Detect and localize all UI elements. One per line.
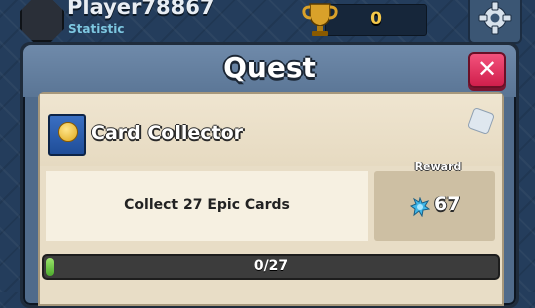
settings-button[interactable] — [468, 0, 522, 44]
avatar[interactable] — [20, 0, 64, 42]
quest-card-header: Card Collector — [40, 94, 502, 166]
modal-header: Quest ✕ — [23, 45, 516, 97]
close-icon: ✕ — [476, 55, 498, 83]
player-name[interactable]: Player78867 — [67, 0, 214, 19]
quest-task-text: Collect 27 Epic Cards — [124, 197, 290, 213]
reward-box: 67 — [374, 171, 495, 241]
close-button[interactable]: ✕ — [468, 52, 506, 88]
quest-progress-bar: 0/27 — [42, 254, 500, 280]
quest-card: Card Collector Collect 27 Epic Cards Rew… — [38, 92, 504, 306]
modal-title: Quest — [223, 51, 316, 84]
check-coin-icon — [58, 122, 78, 142]
progress-text: 0/27 — [253, 258, 289, 274]
gem-icon — [410, 197, 430, 217]
trophy-counter: 0 — [325, 4, 427, 36]
trophy-value: 0 — [370, 9, 382, 29]
top-bar: Player78867 Statistic 0 — [0, 0, 535, 48]
gear-icon — [478, 1, 512, 35]
book-icon — [48, 114, 86, 156]
trophy-icon — [302, 3, 338, 36]
quest-task: Collect 27 Epic Cards — [46, 171, 368, 241]
quest-name: Card Collector — [91, 122, 244, 144]
pin-icon[interactable] — [466, 106, 496, 136]
player-statistic-link[interactable]: Statistic — [68, 22, 124, 36]
reward-value: 67 — [434, 193, 461, 215]
